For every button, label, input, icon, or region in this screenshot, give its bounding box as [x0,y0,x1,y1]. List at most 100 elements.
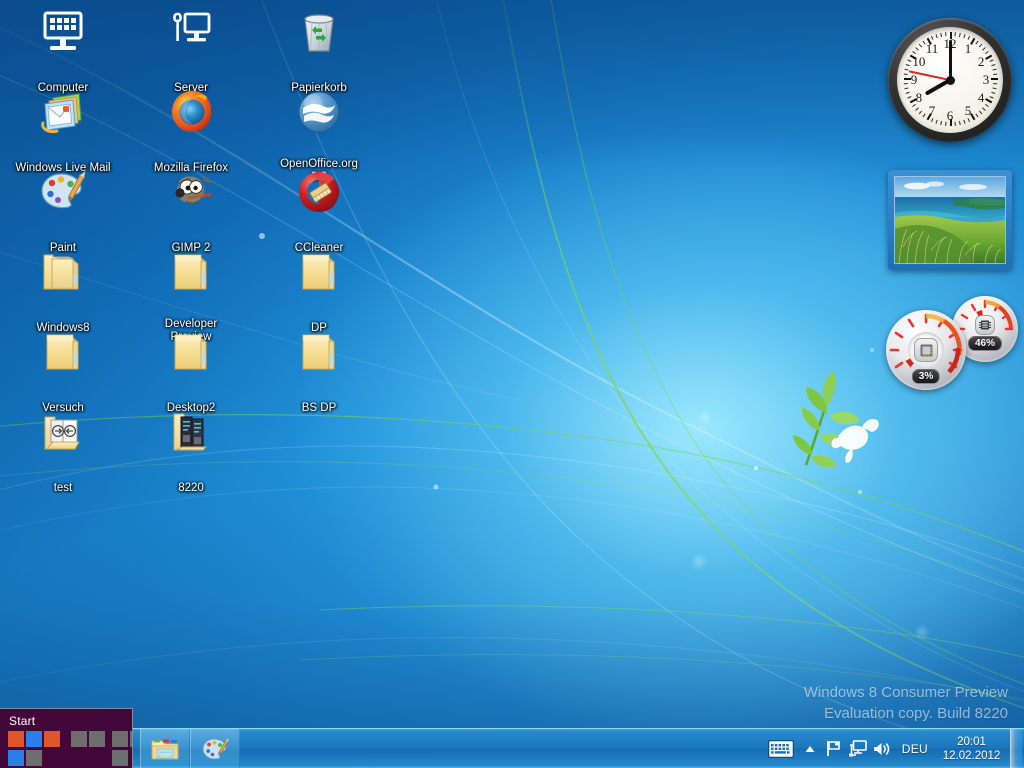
taskbar-button-paint[interactable] [190,729,240,768]
language-indicator[interactable]: DEU [894,742,936,756]
evaluation-watermark: Windows 8 Consumer Preview Evaluation co… [804,682,1008,724]
desktop[interactable]: Computer Server Papierkorb Windows Live … [0,0,1024,768]
memory-value-label: 46% [967,336,1003,351]
cpu-chip-icon [914,338,938,362]
clock-tick [958,120,961,126]
taskbar-buttons [140,729,240,768]
desktop-icon-test[interactable]: test [15,408,111,496]
slideshow-photo [894,176,1006,264]
speaker-icon [873,742,889,755]
chevron-up-icon [805,745,815,752]
desktop-icon-windows-live-mail[interactable]: Windows Live Mail [15,88,111,176]
clock-tick [930,35,934,40]
ccleaner-icon [295,168,343,216]
desktop-icon-label: 8220 [178,482,204,494]
folder-icon [167,328,215,376]
taskbar[interactable]: DEU 20:01 12.02.2012 [0,728,1024,768]
gimp-wilber-icon [167,168,215,216]
firefox-icon [167,88,215,136]
folder-server-icon [167,408,215,456]
windows-live-mail-icon [39,88,87,136]
openoffice-icon [295,88,343,136]
clock-numeral: 2 [977,54,985,69]
folder-icon [39,328,87,376]
start-screen-thumbnail[interactable]: Start [0,708,133,768]
paint-palette-icon [202,737,229,760]
desktop-icon-label: test [53,482,73,494]
start-tile [89,731,105,747]
start-tile [44,731,60,747]
clock-tick [963,119,966,124]
start-tile [26,731,42,747]
show-hidden-icons-button[interactable] [798,729,822,768]
desktop-icon-dp[interactable]: DP [271,248,367,336]
clock-minute-hand [948,40,952,80]
folder-icon [167,248,215,296]
clock-datetime[interactable]: 20:01 12.02.2012 [936,735,1010,763]
clock-tick [958,32,961,38]
clock-tick [915,47,919,51]
watermark-line-2: Evaluation copy. Build 8220 [823,705,1008,722]
start-tile [8,731,24,747]
start-tile [26,750,42,766]
cpu-value-label: 3% [911,369,941,384]
desktop-icon-desktop2[interactable]: Desktop2 [143,328,239,416]
start-tile [112,731,128,747]
watermark-line-1: Windows 8 Consumer Preview [803,684,1008,701]
folder-icon [295,248,343,296]
clock-numeral: 6 [946,108,954,123]
clock-tick [991,64,996,67]
cpu-meter-gadget[interactable]: 46% 3% [886,296,1018,390]
desktop-icon-mozilla-firefox[interactable]: Mozilla Firefox [143,88,239,176]
clock-tick [918,110,923,115]
desktop-icon-gimp-2[interactable]: GIMP 2 [143,168,239,256]
desktop-icon-ccleaner[interactable]: CCleaner [271,168,367,256]
clock-tick [982,107,986,111]
start-label: Start [9,714,36,728]
paint-palette-icon [39,168,87,216]
clock-tick [918,43,923,48]
clock-tick [905,91,910,94]
start-tile [71,731,87,747]
action-center-icon[interactable] [822,729,846,768]
memory-chip-icon [975,315,995,335]
taskbar-button-explorer[interactable] [140,729,190,768]
clock-tick [978,110,983,115]
clock-tick [989,96,994,99]
cpu-gauge: 3% [886,310,966,390]
taskbar-empty-area[interactable] [240,729,764,768]
desktop-icon-windows8[interactable]: Windows8 [15,248,111,336]
show-desktop-button[interactable] [1010,729,1022,768]
desktop-icon-8220[interactable]: 8220 [143,408,239,496]
desktop-icon-computer[interactable]: Computer [15,8,111,96]
clock-tick [982,47,986,51]
flag-icon [826,741,840,756]
clock-tick [992,68,997,71]
computer-monitor-icon [39,8,87,56]
recycle-bin-icon [295,8,343,56]
clock-face: 121234567891011 [897,27,1003,133]
slideshow-gadget[interactable] [888,170,1012,270]
start-tile [8,750,24,766]
clock-tick [935,119,938,124]
touch-keyboard-icon[interactable] [764,729,798,768]
folder-icon [295,328,343,376]
clock-tick [991,91,996,94]
desktop-icon-bs-dp[interactable]: BS DP [271,328,367,416]
desktop-icon-versuch[interactable]: Versuch [15,328,111,416]
clock-tick [989,59,994,62]
desktop-icon-paint[interactable]: Paint [15,168,111,256]
start-tile [130,731,132,747]
system-tray: DEU 20:01 12.02.2012 [764,729,1024,768]
desktop-icon-server[interactable]: Server [143,8,239,96]
desktop-icon-papierkorb[interactable]: Papierkorb [271,8,367,96]
desktop-icon-label: BS DP [301,402,337,414]
clock-gadget[interactable]: 121234567891011 [888,18,1012,142]
clock-numeral: 5 [964,103,972,119]
clock-numeral: 11 [925,40,939,56]
start-tile [112,750,128,766]
clock-tick [963,34,966,39]
volume-icon[interactable] [870,729,894,768]
clock-tick [978,43,983,48]
network-icon[interactable] [846,729,870,768]
